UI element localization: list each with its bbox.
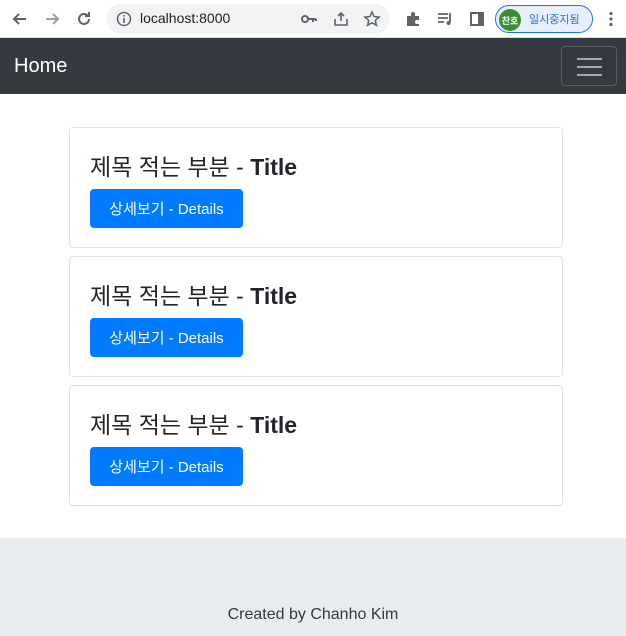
card-title: 제목 적는 부분 - Title xyxy=(90,277,297,311)
navbar: Home xyxy=(0,38,626,94)
card: 제목 적는 부분 - Title 상세보기 - Details xyxy=(69,256,563,377)
share-icon[interactable] xyxy=(332,10,350,28)
key-icon[interactable] xyxy=(300,10,318,28)
card-title-bold: Title xyxy=(250,283,298,309)
card: 제목 적는 부분 - Title 상세보기 - Details xyxy=(69,385,563,506)
card-title-prefix: 제목 적는 부분 - xyxy=(90,154,251,180)
avatar: 찬호 xyxy=(499,9,521,31)
card: 제목 적는 부분 - Title 상세보기 - Details xyxy=(69,127,563,248)
card-title: 제목 적는 부분 - Title xyxy=(90,148,297,182)
extensions-icon[interactable] xyxy=(399,5,427,33)
navbar-brand[interactable]: Home xyxy=(14,55,67,78)
hamburger-icon-bar xyxy=(577,74,602,76)
profile-status-label: 일시중지됨 xyxy=(529,13,580,26)
card-title-bold: Title xyxy=(250,154,298,180)
address-bar[interactable]: localhost:8000 xyxy=(106,4,390,34)
back-icon[interactable] xyxy=(6,5,34,33)
footer-credit: Created by Chanho Kim xyxy=(227,606,399,623)
browser-toolbar: localhost:8000 찬호 일시중지됨 xyxy=(0,0,626,38)
media-icon[interactable] xyxy=(431,5,459,33)
star-icon[interactable] xyxy=(363,10,381,28)
profile-button[interactable]: 찬호 일시중지됨 xyxy=(495,5,593,33)
hamburger-icon xyxy=(577,58,602,60)
card-title-prefix: 제목 적는 부분 - xyxy=(90,283,251,309)
url-text: localhost:8000 xyxy=(140,10,231,26)
menu-icon[interactable] xyxy=(597,5,625,33)
side-panel-icon[interactable] xyxy=(463,5,491,33)
forward-icon[interactable] xyxy=(38,5,66,33)
details-button[interactable]: 상세보기 - Details xyxy=(90,189,243,228)
card-title-bold: Title xyxy=(250,412,298,438)
card-title: 제목 적는 부분 - Title xyxy=(90,406,297,440)
reload-icon[interactable] xyxy=(70,5,98,33)
hamburger-icon-bar xyxy=(577,66,602,68)
info-icon[interactable] xyxy=(116,11,132,27)
card-title-prefix: 제목 적는 부분 - xyxy=(90,412,251,438)
navbar-toggler-button[interactable] xyxy=(561,46,617,86)
details-button[interactable]: 상세보기 - Details xyxy=(90,318,243,357)
footer: Created by Chanho Kim xyxy=(0,538,626,636)
details-button[interactable]: 상세보기 - Details xyxy=(90,447,243,486)
